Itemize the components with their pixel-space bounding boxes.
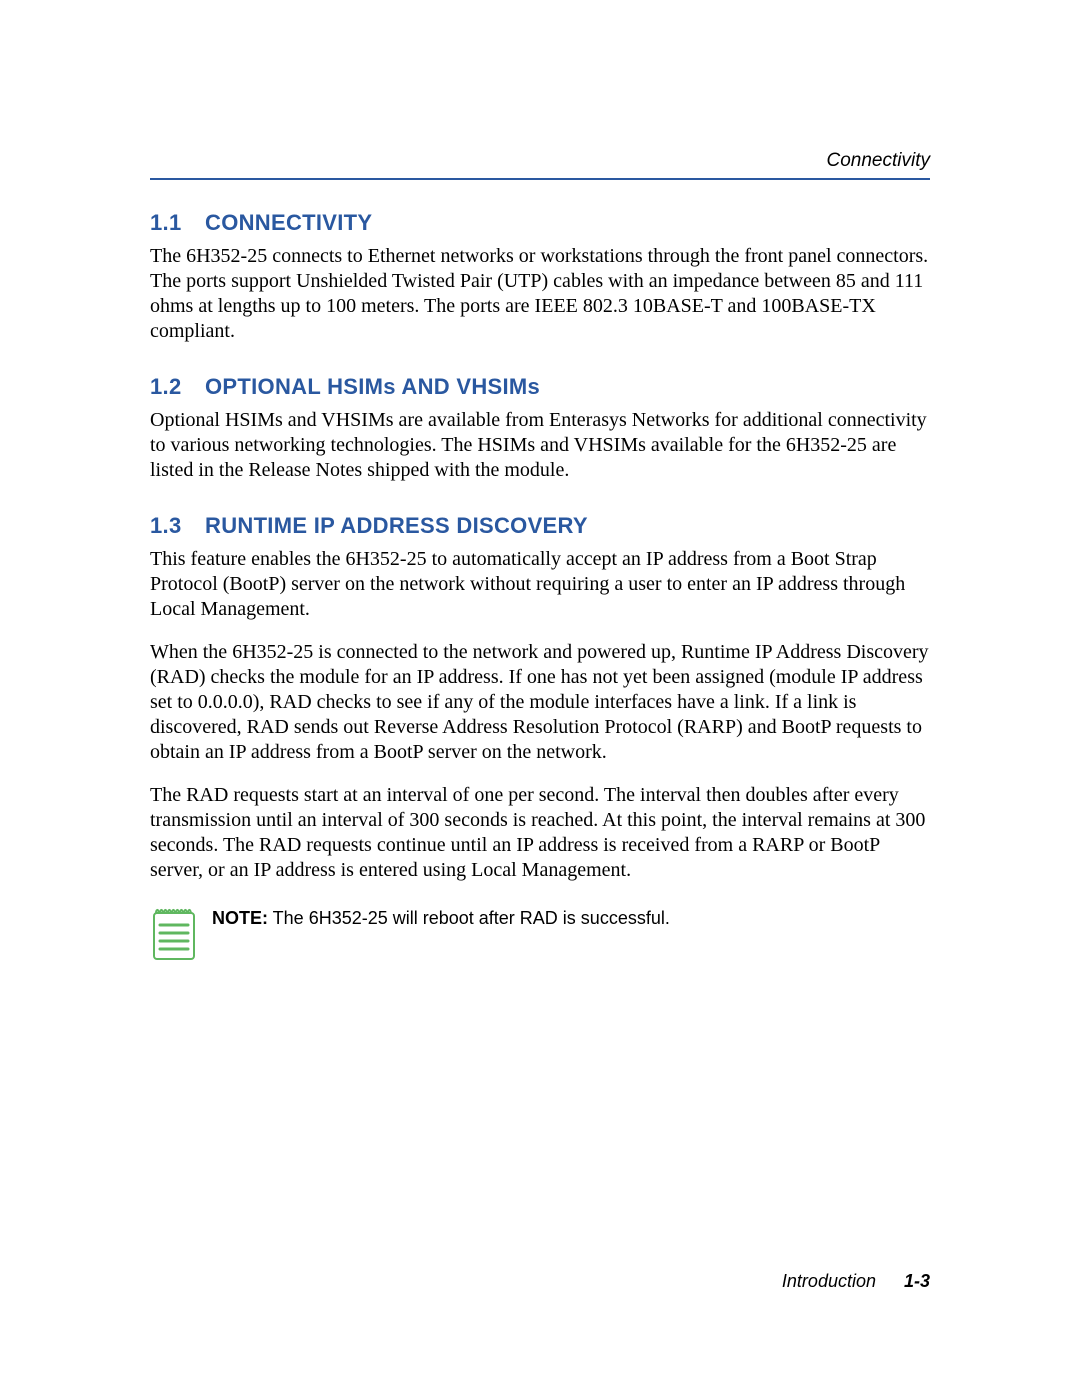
section-1-3-title: RUNTIME IP ADDRESS DISCOVERY <box>205 513 588 538</box>
note-block: NOTE: The 6H352-25 will reboot after RAD… <box>150 905 930 968</box>
section-1-3-number: 1.3 <box>150 513 205 539</box>
notepad-icon <box>150 905 198 968</box>
section-1-3-paragraph-1: This feature enables the 6H352-25 to aut… <box>150 547 930 622</box>
section-1-2-number: 1.2 <box>150 374 205 400</box>
page: Connectivity 1.1CONNECTIVITY The 6H352-2… <box>0 0 1080 1397</box>
section-1-3-paragraph-3: The RAD requests start at an interval of… <box>150 783 930 883</box>
section-1-3-paragraph-2: When the 6H352-25 is connected to the ne… <box>150 640 930 765</box>
section-1-1-number: 1.1 <box>150 210 205 236</box>
running-head: Connectivity <box>150 150 930 180</box>
page-footer: Introduction 1-3 <box>782 1271 930 1292</box>
footer-chapter: Introduction <box>782 1271 876 1291</box>
section-1-1-paragraph: The 6H352-25 connects to Ethernet networ… <box>150 244 930 344</box>
note-text: NOTE: The 6H352-25 will reboot after RAD… <box>212 905 670 930</box>
section-1-3-heading: 1.3RUNTIME IP ADDRESS DISCOVERY <box>150 513 930 539</box>
section-1-2-heading: 1.2OPTIONAL HSIMs AND VHSIMs <box>150 374 930 400</box>
section-1-1-title: CONNECTIVITY <box>205 210 372 235</box>
section-1-1-heading: 1.1CONNECTIVITY <box>150 210 930 236</box>
footer-page-number: 1-3 <box>904 1271 930 1291</box>
section-1-2-paragraph: Optional HSIMs and VHSIMs are available … <box>150 408 930 483</box>
note-label: NOTE: <box>212 908 268 928</box>
section-1-2-title: OPTIONAL HSIMs AND VHSIMs <box>205 374 540 399</box>
note-body: The 6H352-25 will reboot after RAD is su… <box>268 908 670 928</box>
